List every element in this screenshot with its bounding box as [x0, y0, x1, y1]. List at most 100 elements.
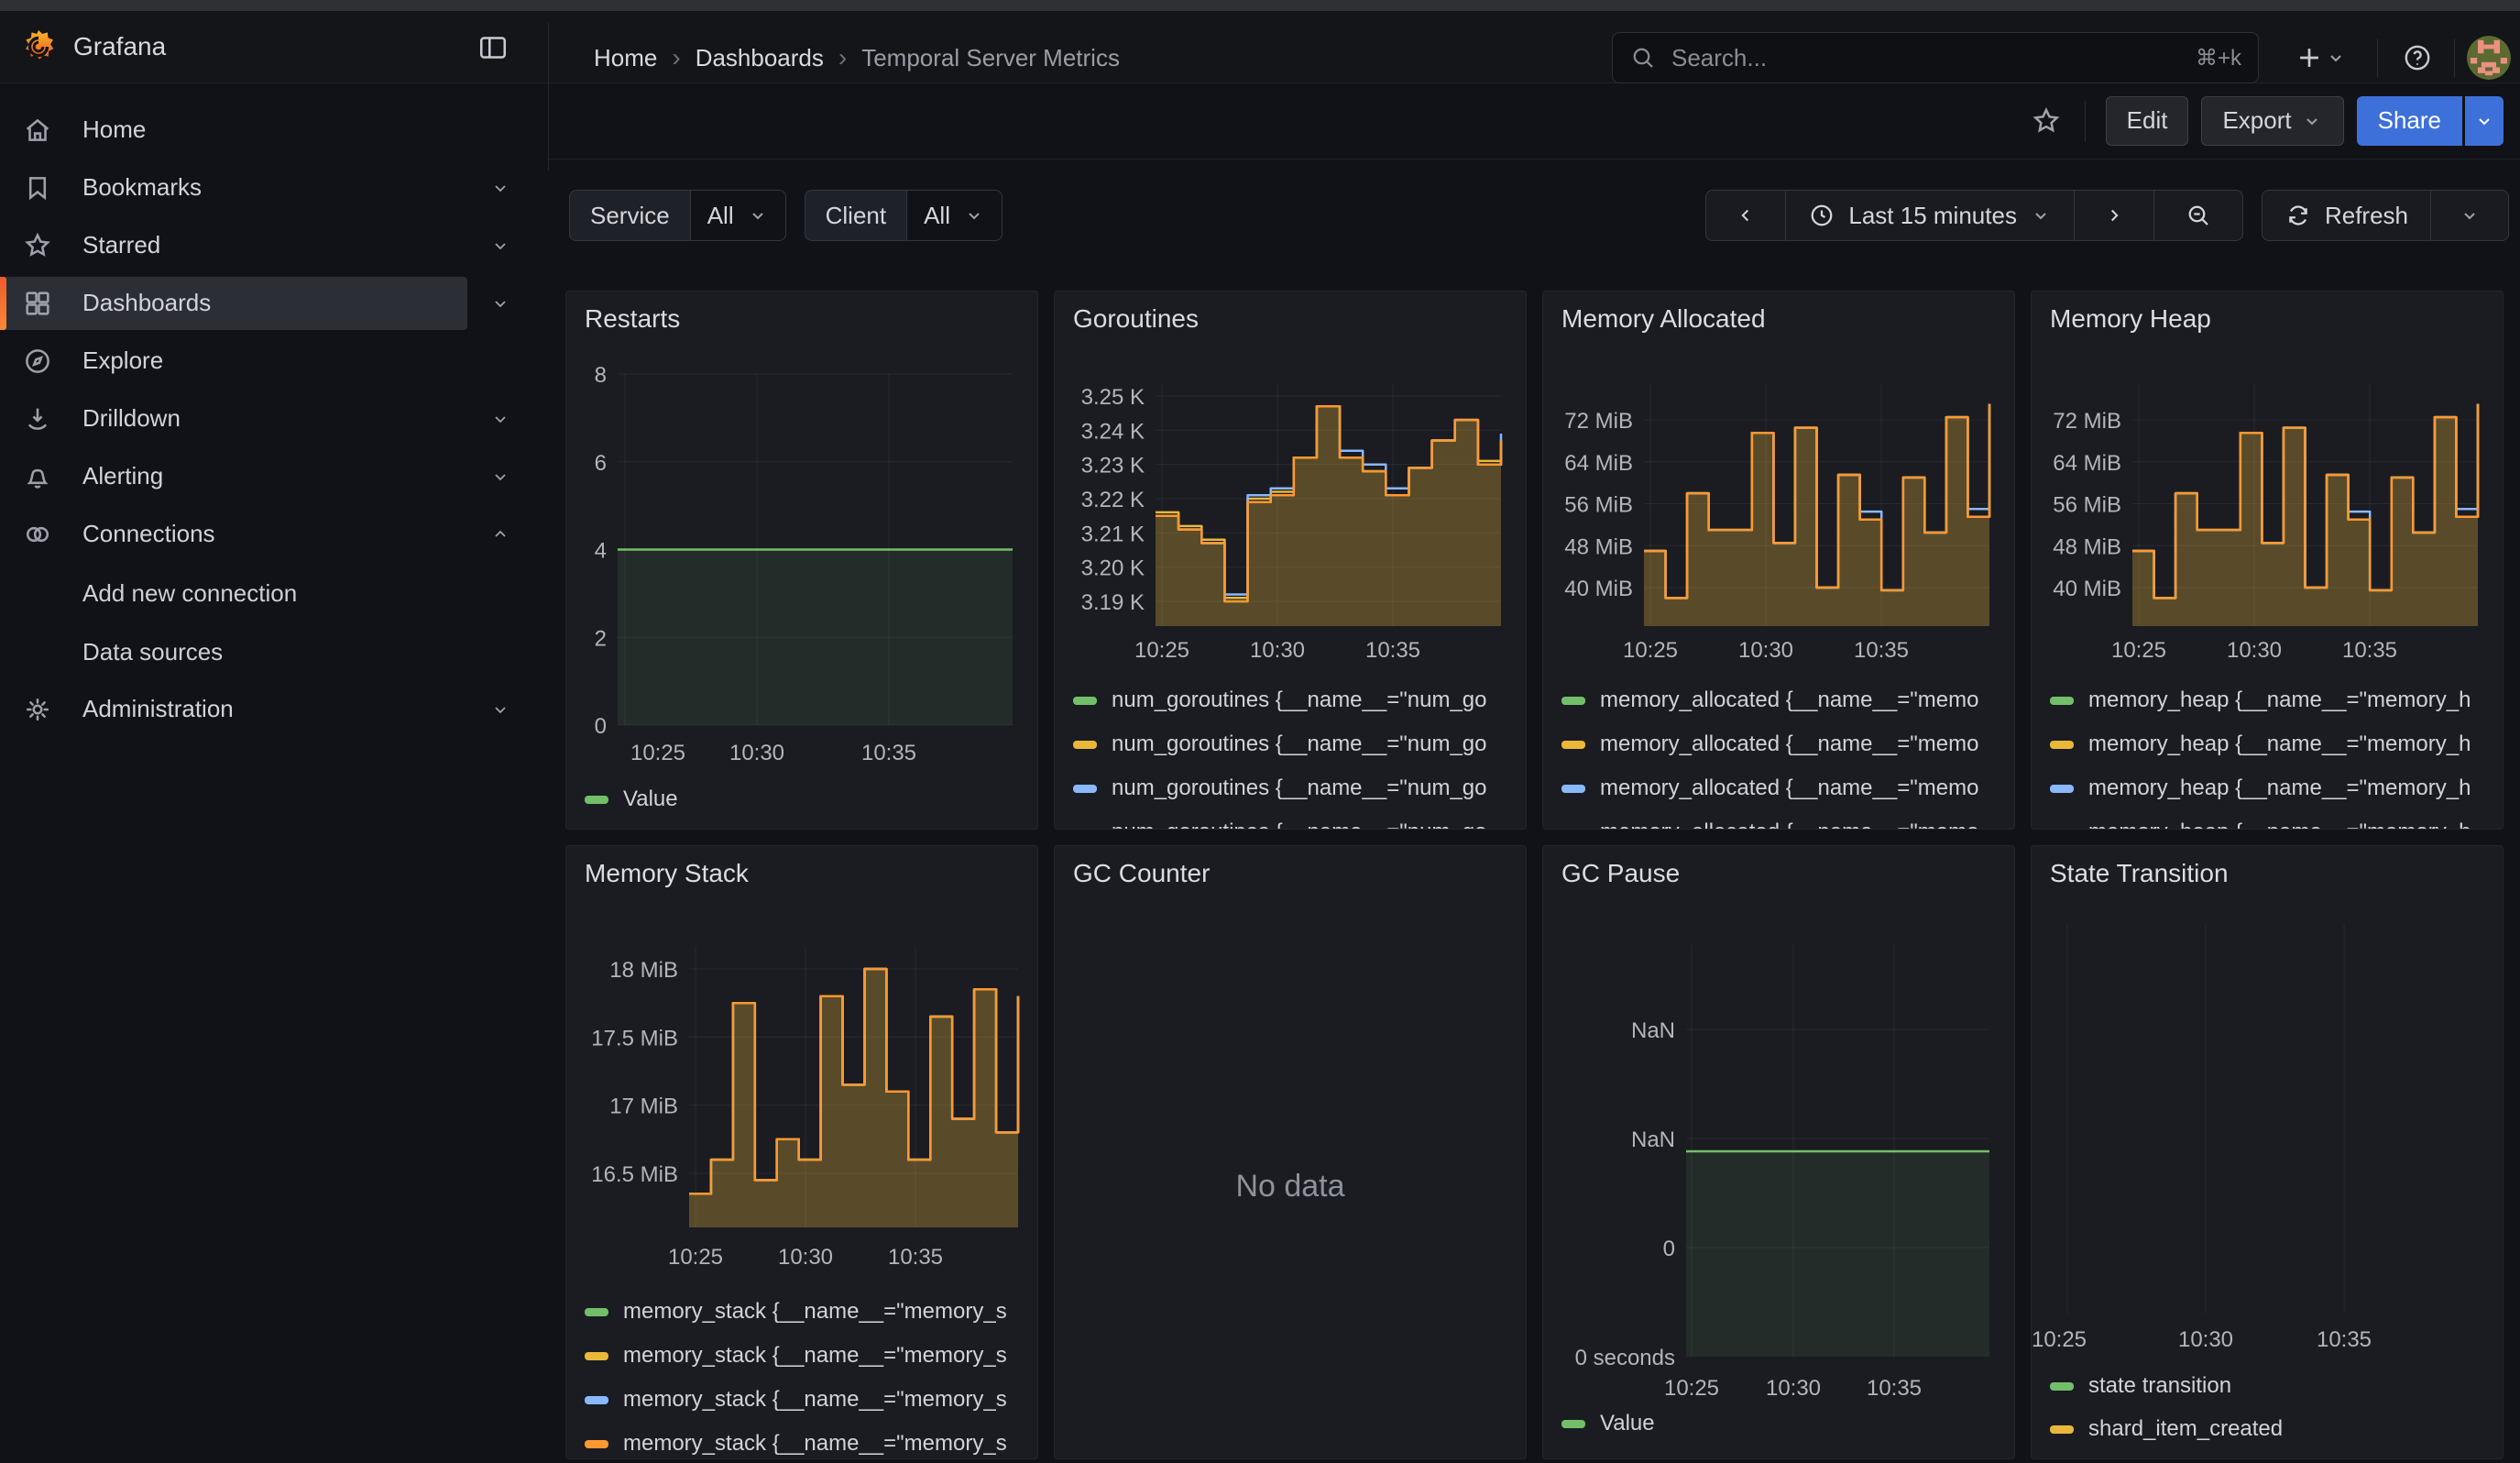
y-axis-label: 0 [595, 714, 607, 739]
drilldown-icon [22, 403, 53, 434]
panel-title[interactable]: GC Pause [1561, 859, 1680, 888]
zoom-out-button[interactable] [2153, 191, 2242, 240]
time-range-picker[interactable]: Last 15 minutes [1785, 191, 2074, 240]
client-variable-value[interactable]: All [906, 190, 1003, 241]
legend-label: memory_heap {__name__="memory_h [2088, 820, 2471, 830]
x-axis-label: 10:25 [2032, 1327, 2087, 1352]
service-variable-value[interactable]: All [690, 190, 786, 241]
legend-item[interactable]: num_goroutines {__name__="num_go [1073, 818, 1524, 830]
legend-label: shard_item_created [2088, 1416, 2283, 1442]
sidebar-item-add-new-connection[interactable]: Add new connection [0, 567, 548, 621]
chevron-icon[interactable] [489, 177, 511, 199]
client-variable[interactable]: Client All [805, 190, 1003, 241]
x-axis-label: 10:30 [2227, 638, 2282, 663]
brand-name[interactable]: Grafana [73, 32, 166, 61]
refresh-icon [2284, 202, 2312, 229]
sidebar-item-drilldown[interactable]: Drilldown [0, 392, 548, 446]
chevron-down-icon [963, 204, 985, 226]
legend-item[interactable]: memory_allocated {__name__="memo [1561, 818, 2012, 830]
legend-item[interactable]: memory_allocated {__name__="memo [1561, 686, 2012, 715]
breadcrumb-home[interactable]: Home [594, 44, 657, 72]
legend-item[interactable]: memory_stack {__name__="memory_s [585, 1385, 1035, 1414]
panel-restarts: Restarts 8642010:2510:3010:35Value [565, 291, 1038, 830]
service-variable[interactable]: Service All [569, 190, 786, 241]
legend-item[interactable]: memory_heap {__name__="memory_h [2050, 818, 2501, 830]
sidebar-item-starred[interactable]: Starred [0, 219, 548, 272]
legend-item[interactable]: num_goroutines {__name__="num_go [1073, 686, 1524, 715]
dashboard-grid: Restarts 8642010:2510:3010:35Value Gorou… [565, 291, 2504, 1459]
panel-title[interactable]: Memory Heap [2050, 304, 2211, 334]
x-axis-label: 10:25 [668, 1245, 723, 1270]
sidebar-toggle-icon[interactable] [477, 31, 509, 64]
favorite-star-button[interactable] [2028, 103, 2065, 139]
legend-item[interactable]: state transition [2050, 1371, 2501, 1401]
search-input[interactable] [1670, 43, 2183, 73]
x-axis-label: 10:30 [1738, 638, 1793, 663]
chevron-icon[interactable] [489, 292, 511, 314]
legend-swatch-icon [585, 1352, 608, 1360]
sidebar-item-connections[interactable]: Connections [0, 508, 548, 561]
export-button[interactable]: Export [2201, 96, 2343, 146]
legend-item[interactable]: memory_heap {__name__="memory_h [2050, 730, 2501, 759]
refresh-button[interactable]: Refresh [2263, 191, 2430, 240]
panel-title[interactable]: Goroutines [1073, 304, 1199, 334]
chevron-down-icon [2473, 110, 2495, 132]
legend-item[interactable]: shard_item_created [2050, 1414, 2501, 1444]
sidebar-item-dashboards[interactable]: Dashboards [0, 277, 548, 330]
chevron-icon[interactable] [489, 698, 511, 720]
sidebar-item-home[interactable]: Home [0, 104, 548, 157]
chart-gc-pause[interactable]: NaNNaN010:2510:3010:350 seconds [1543, 846, 2014, 1459]
share-menu-button[interactable] [2465, 96, 2504, 146]
add-new-button[interactable] [2278, 36, 2362, 80]
help-button[interactable] [2394, 36, 2441, 80]
sidebar-item-label: Alerting [82, 462, 163, 490]
legend-label: num_goroutines {__name__="num_go [1112, 820, 1487, 830]
legend-item[interactable]: memory_allocated {__name__="memo [1561, 730, 2012, 759]
chevron-icon[interactable] [489, 408, 511, 430]
chevdown-icon [489, 235, 511, 257]
gear-icon [22, 694, 53, 725]
time-shift-back-button[interactable] [1706, 191, 1785, 240]
legend-item[interactable]: Value [1561, 1409, 2012, 1438]
legend-item[interactable]: memory_heap {__name__="memory_h [2050, 686, 2501, 715]
legend-label: memory_heap {__name__="memory_h [2088, 732, 2471, 757]
chevron-icon[interactable] [489, 523, 511, 545]
sidebar-nav: Home Bookmarks Starred Dashboards Explor… [0, 82, 548, 1463]
share-button[interactable]: Share [2357, 96, 2462, 146]
legend-item[interactable]: memory_heap {__name__="memory_h [2050, 774, 2501, 803]
breadcrumb-dashboards[interactable]: Dashboards [696, 44, 824, 72]
legend-item[interactable]: memory_stack {__name__="memory_s [585, 1341, 1035, 1370]
chart-state-transition[interactable]: 10:2510:3010:35 [2032, 846, 2503, 1459]
x-axis-label: 10:35 [1365, 638, 1420, 663]
legend-item[interactable]: memory_stack {__name__="memory_s [585, 1297, 1035, 1326]
sidebar-item-administration[interactable]: Administration [0, 683, 548, 736]
legend-item[interactable]: Value [585, 785, 1035, 814]
chevron-icon[interactable] [489, 466, 511, 488]
legend-item[interactable]: memory_stack {__name__="memory_s [585, 1429, 1035, 1458]
panel-title[interactable]: Memory Stack [585, 859, 749, 888]
legend-item[interactable]: num_goroutines {__name__="num_go [1073, 774, 1524, 803]
legend-label: memory_stack {__name__="memory_s [623, 1431, 1007, 1457]
search-box[interactable]: ⌘+k [1612, 32, 2259, 83]
refresh-interval-button[interactable] [2430, 191, 2508, 240]
grafana-logo-icon[interactable] [20, 28, 57, 65]
edit-button[interactable]: Edit [2106, 96, 2189, 146]
panel-title[interactable]: Memory Allocated [1561, 304, 1766, 334]
panel-title[interactable]: Restarts [585, 304, 680, 334]
time-shift-forward-button[interactable] [2074, 191, 2153, 240]
sidebar-item-label: Home [82, 116, 146, 144]
user-avatar[interactable] [2467, 36, 2511, 80]
legend-item[interactable]: memory_allocated {__name__="memo [1561, 774, 2012, 803]
sidebar-item-explore[interactable]: Explore [0, 335, 548, 388]
sidebar-item-label: Connections [82, 520, 215, 548]
legend-swatch-icon [2050, 829, 2074, 830]
sidebar-item-alerting[interactable]: Alerting [0, 450, 548, 503]
window-top-strip [0, 0, 2520, 11]
legend-item[interactable]: num_goroutines {__name__="num_go [1073, 730, 1524, 759]
chart-restarts[interactable]: 8642010:2510:3010:35 [566, 292, 1037, 830]
sidebar-item-bookmarks[interactable]: Bookmarks [0, 161, 548, 214]
sidebar-item-data-sources[interactable]: Data sources [0, 626, 548, 679]
panel-title[interactable]: State Transition [2050, 859, 2229, 888]
panel-title[interactable]: GC Counter [1073, 859, 1210, 888]
chevron-icon[interactable] [489, 235, 511, 257]
